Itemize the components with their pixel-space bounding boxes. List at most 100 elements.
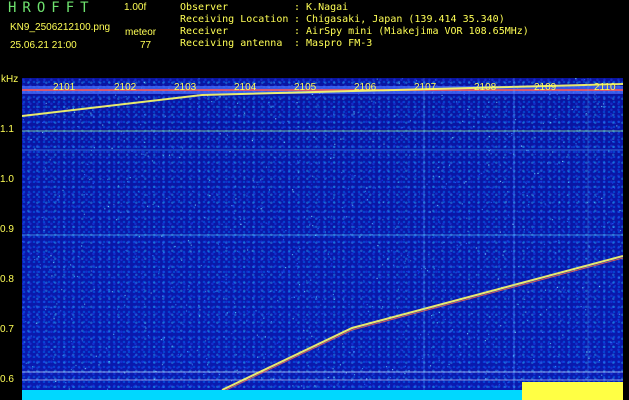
noise-speckle: [561, 294, 563, 296]
noise-speckle: [356, 228, 358, 230]
noise-speckle: [354, 175, 356, 177]
noise-speckle: [343, 222, 345, 225]
noise-speckle: [104, 351, 106, 353]
noise-speckle: [297, 109, 299, 111]
noise-speckle: [102, 247, 104, 249]
noise-floor-high: [522, 382, 623, 400]
noise-speckle: [39, 267, 41, 269]
noise-speckle: [507, 191, 509, 193]
noise-speckle: [555, 288, 557, 290]
noise-speckle: [507, 240, 509, 242]
noise-speckle: [420, 334, 422, 336]
noise-speckle: [503, 251, 505, 253]
noise-speckle: [396, 282, 398, 284]
noise-speckle: [561, 136, 563, 139]
noise-speckle: [562, 160, 564, 162]
noise-speckle: [439, 102, 441, 104]
noise-speckle: [303, 216, 306, 218]
noise-speckle: [259, 136, 261, 138]
noise-speckle: [582, 287, 584, 289]
noise-speckle: [56, 303, 58, 305]
noise-speckle: [88, 104, 90, 106]
y-tick-label: 0.8: [0, 274, 14, 285]
noise-speckle: [142, 276, 144, 278]
noise-speckle: [313, 136, 315, 138]
noise-speckle: [324, 349, 326, 352]
noise-speckle: [597, 103, 599, 105]
noise-speckle: [617, 252, 619, 254]
noise-speckle: [588, 191, 590, 193]
noise-speckle: [422, 216, 424, 218]
noise-speckle: [124, 304, 126, 306]
noise-speckle: [77, 98, 79, 100]
noise-speckle: [569, 251, 571, 253]
noise-speckle: [364, 190, 367, 192]
noise-speckle: [187, 351, 189, 353]
noise-speckle: [617, 156, 619, 158]
noise-speckle: [264, 353, 266, 355]
noise-speckle: [365, 128, 367, 130]
noise-speckle: [379, 170, 381, 172]
noise-speckle: [179, 156, 181, 159]
noise-speckle: [588, 246, 590, 248]
noise-speckle: [274, 166, 276, 168]
noise-speckle: [404, 373, 406, 375]
noise-speckle: [327, 116, 329, 118]
noise-speckle: [463, 238, 465, 240]
noise-speckle: [431, 237, 434, 239]
noise-speckle: [215, 99, 217, 101]
noise-speckle: [320, 365, 322, 367]
noise-speckle: [611, 341, 613, 343]
noise-speckle: [62, 276, 64, 278]
noise-speckle: [382, 219, 384, 221]
noise-speckle: [579, 137, 581, 139]
spectrogram-plot: [22, 78, 623, 400]
noise-speckle: [39, 318, 41, 320]
noise-speckle: [183, 375, 185, 378]
noise-speckle: [181, 259, 183, 261]
noise-speckle: [506, 133, 508, 135]
noise-speckle: [22, 342, 24, 344]
noise-speckle: [466, 217, 468, 219]
noise-speckle: [532, 283, 534, 285]
noise-speckle: [166, 197, 168, 200]
noise-speckle: [57, 199, 59, 201]
noise-speckle: [478, 173, 481, 175]
noise-speckle: [529, 188, 531, 190]
noise-speckle: [239, 206, 241, 209]
noise-speckle: [255, 310, 257, 312]
noise-speckle: [410, 212, 412, 214]
noise-speckle: [30, 252, 32, 254]
app-version: 1.00f: [124, 2, 147, 13]
noise-speckle: [75, 206, 77, 208]
noise-speckle: [372, 156, 375, 158]
noise-speckle: [448, 322, 450, 324]
noise-speckle: [162, 244, 164, 246]
noise-speckle: [321, 313, 323, 315]
noise-speckle: [132, 259, 134, 261]
noise-speckle: [327, 376, 329, 379]
noise-speckle: [619, 209, 621, 212]
location-row: Receiving Location: Chigasaki, Japan (13…: [180, 14, 505, 25]
noise-speckle: [221, 243, 224, 246]
noise-speckle: [522, 84, 524, 86]
noise-speckle: [229, 107, 231, 109]
y-tick-label: 0.9: [0, 224, 14, 235]
noise-speckle: [403, 267, 405, 269]
noise-speckle: [257, 356, 259, 358]
meteor-count: 77: [140, 40, 152, 51]
noise-speckle: [51, 349, 53, 351]
noise-speckle: [240, 223, 242, 225]
noise-speckle: [545, 204, 547, 206]
noise-speckle: [284, 155, 286, 157]
noise-speckle: [227, 185, 229, 187]
noise-speckle: [51, 180, 53, 182]
noise-speckle: [603, 168, 605, 170]
noise-speckle: [22, 306, 24, 308]
noise-speckle: [344, 246, 346, 249]
noise-speckle: [107, 205, 109, 208]
noise-speckle: [369, 382, 371, 384]
noise-speckle: [288, 270, 290, 272]
noise-speckle: [206, 236, 208, 238]
noise-speckle: [582, 357, 584, 359]
